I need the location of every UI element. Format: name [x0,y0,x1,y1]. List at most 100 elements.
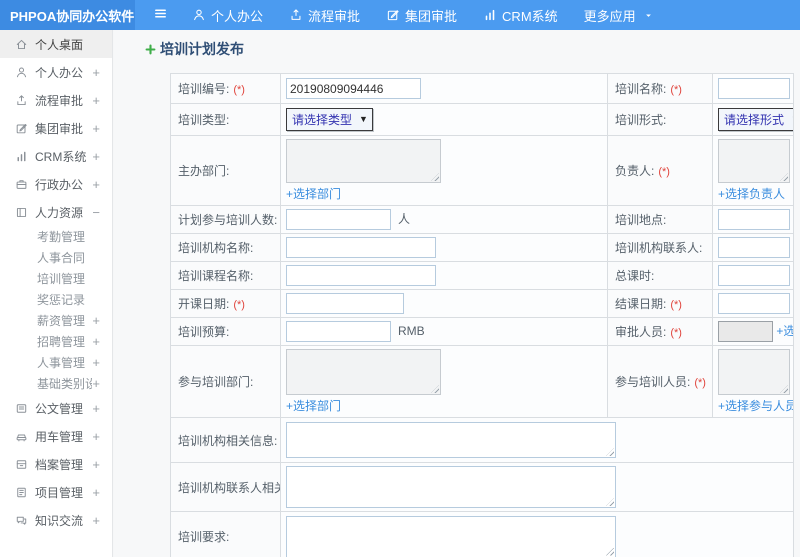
sidebar-subitem-label: 人事管理 [37,356,86,370]
expand-toggle-icon[interactable]: + [92,178,100,191]
participating-persons-picker-link[interactable]: +选择参与人员 [718,397,793,414]
sidebar-item-label: 用车管理 [35,429,84,444]
approver-picker-link[interactable]: +选择审批人员 [776,324,792,338]
sidebar-item-1[interactable]: 个人桌面 [0,30,112,58]
topnav-item-1[interactable]: 个人办公 [179,0,276,30]
org-name-label: 培训机构名称: [170,233,281,262]
participating-departments-picker-link[interactable]: +选择部门 [286,397,607,414]
sidebar-subitem-7-1[interactable]: 考勤管理 [0,226,112,247]
end-date-field-cell [712,289,794,318]
expand-toggle-icon[interactable]: + [92,335,100,348]
sidebar-subitem-7-6[interactable]: 招聘管理 + [0,331,112,352]
sidebar-subitem-7-3[interactable]: 培训管理 [0,268,112,289]
course-name-label: 培训课程名称: [170,261,281,290]
training-requirements-textarea[interactable] [286,515,616,557]
sidebar-subitem-7-4[interactable]: 奖惩记录 [0,289,112,310]
participating-departments-label: 参与培训部门: [170,345,281,418]
upload-icon [289,8,303,22]
topnav-item-3[interactable]: 集团审批 [373,0,470,30]
approver-field-cell: +选择审批人员 [712,317,794,346]
budget-input[interactable] [286,321,391,342]
sidebar-item-6[interactable]: 行政办公 + [0,170,112,198]
sidebar-subitem-7-8[interactable]: 基础类别设置+ [0,373,112,394]
chat-icon [15,514,28,527]
expand-toggle-icon[interactable]: − [92,206,100,219]
topnav-item-4[interactable]: CRM系统 [470,0,571,30]
hamburger-icon[interactable] [141,0,179,30]
sidebar-item-4[interactable]: 集团审批 + [0,114,112,142]
sidebar-item-label: 项目管理 [35,485,84,500]
edit-icon [15,122,28,135]
topnav-item-2[interactable]: 流程审批 [276,0,373,30]
topbar-nav: 个人办公 流程审批 集团审批 CRM系统 更多应用 [179,0,667,30]
plus-icon [144,43,157,56]
training-no-label: 培训编号: (*) [170,73,281,104]
org-contact-info-label: 培训机构联系人相关信息: [170,462,281,512]
total-hours-input[interactable] [718,265,790,286]
expand-toggle-icon[interactable]: + [92,356,100,369]
training-type-select[interactable]: 请选择类型 ▼ [286,108,373,131]
topnav-item-5[interactable]: 更多应用 [571,0,667,30]
expand-toggle-icon[interactable]: + [92,430,100,443]
sidebar-item-10[interactable]: 档案管理 + [0,450,112,478]
org-name-input[interactable] [286,237,436,258]
sidebar-item-9[interactable]: 用车管理 + [0,422,112,450]
expand-toggle-icon[interactable]: + [92,458,100,471]
sidebar-item-label: 集团审批 [35,121,84,136]
form-row-6: 培训课程名称: 总课时: [170,261,794,290]
leader-textarea[interactable] [718,139,790,183]
leader-picker-link[interactable]: +选择负责人 [718,185,793,202]
host-department-textarea[interactable] [286,139,441,183]
field-wrap [718,265,790,286]
approver-input[interactable] [718,321,773,342]
participating-persons-textarea[interactable] [718,349,790,395]
sidebar-subitem-7-5[interactable]: 薪资管理 + [0,310,112,331]
sidebar-item-2[interactable]: 个人办公 + [0,58,112,86]
form-row-4: 计划参与培训人数:(*) 人 培训地点: [170,205,794,234]
org-contact-info-field-cell [280,462,794,512]
sidebar-item-3[interactable]: 流程审批 + [0,86,112,114]
end-date-input[interactable] [718,293,790,314]
sidebar-item-11[interactable]: 项目管理 + [0,478,112,506]
expand-toggle-icon[interactable]: + [92,66,100,79]
field-wrap [718,237,790,258]
training-no-input[interactable] [286,78,421,99]
expand-toggle-icon[interactable]: + [92,150,100,163]
car-icon [15,430,28,443]
org-info-textarea[interactable] [286,422,616,458]
training-form-select[interactable]: 请选择形式 ▼ [718,108,793,131]
sidebar-item-5[interactable]: CRM系统 + [0,142,112,170]
chart-icon [15,150,28,163]
sidebar-subitem-7-2[interactable]: 人事合同 [0,247,112,268]
expand-toggle-icon[interactable]: + [92,94,100,107]
caret-down-icon: ▼ [359,114,368,124]
participating-departments-textarea[interactable] [286,349,441,395]
required-marker: (*) [670,84,682,96]
expand-toggle-icon[interactable]: + [92,314,100,327]
field-wrap [286,78,421,99]
org-contact-info-textarea[interactable] [286,466,616,508]
training-location-input[interactable] [718,209,790,230]
start-date-input[interactable] [286,293,404,314]
planned-count-input[interactable] [286,209,391,230]
course-name-input[interactable] [286,265,436,286]
expand-toggle-icon[interactable]: + [92,402,100,415]
sidebar-item-12[interactable]: 知识交流 + [0,506,112,534]
expand-toggle-icon[interactable]: + [92,122,100,135]
sidebar-item-8[interactable]: 公文管理 + [0,394,112,422]
app-logo: PHPOA协同办公软件 [0,0,135,30]
caret-down-icon: ▼ [791,115,792,124]
participating-persons-label: 参与培训人员: (*) [607,345,713,418]
host-department-picker-link[interactable]: +选择部门 [286,185,607,202]
expand-toggle-icon[interactable]: + [92,486,100,499]
user-icon [192,8,206,22]
form-row-12: 培训要求: [170,511,794,557]
org-contact-input[interactable] [718,237,790,258]
training-name-input[interactable] [718,78,790,99]
expand-toggle-icon[interactable]: + [92,514,100,527]
sidebar-subitem-7-7[interactable]: 人事管理 + [0,352,112,373]
sidebar-subitem-label: 培训管理 [37,272,86,286]
select-value: 请选择类型 [292,113,353,127]
sidebar-item-7[interactable]: 人力资源 − [0,198,112,226]
expand-toggle-icon[interactable]: + [92,377,100,390]
